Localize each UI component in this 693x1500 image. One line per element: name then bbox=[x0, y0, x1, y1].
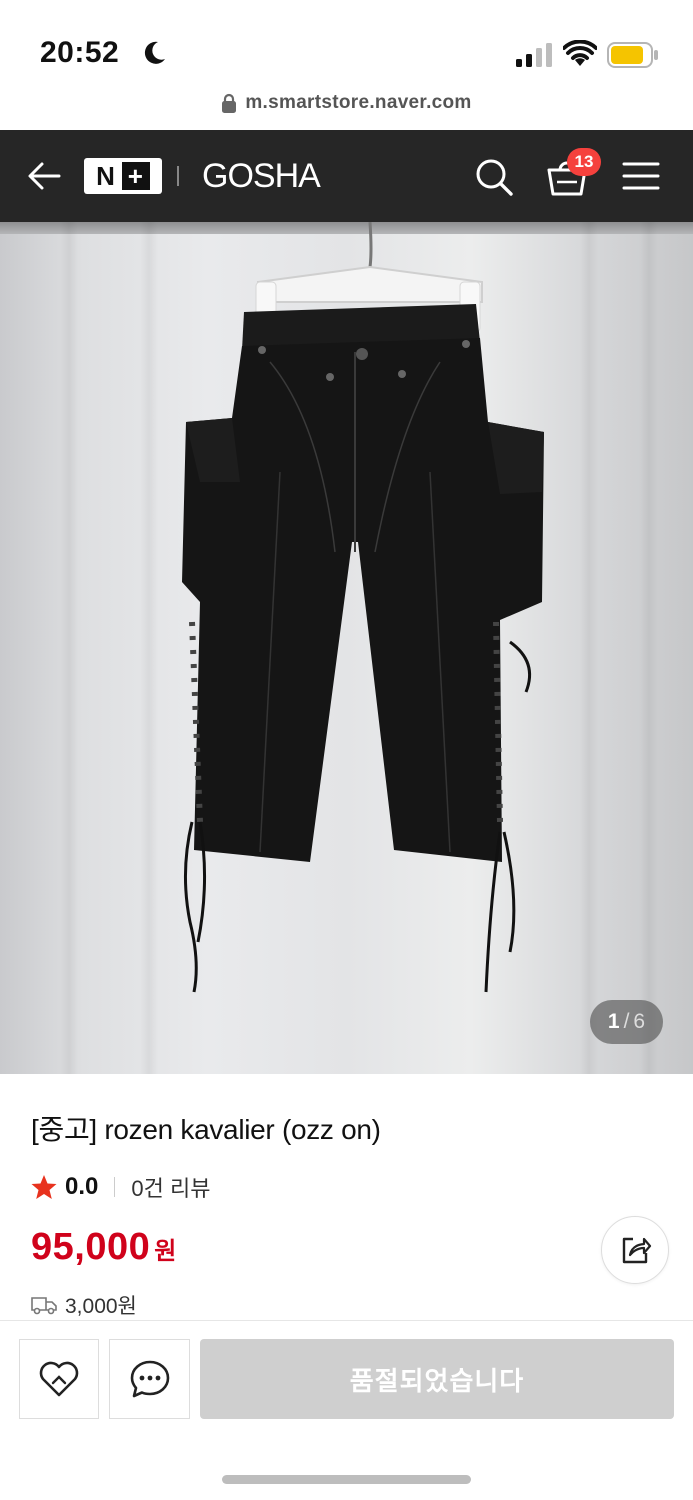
sold-out-button[interactable]: 품절되었습니다 bbox=[200, 1339, 674, 1419]
home-indicator[interactable] bbox=[222, 1475, 471, 1484]
shipping-fee: 3,000원 bbox=[65, 1295, 137, 1318]
store-header: N + GOSHA bbox=[0, 130, 693, 222]
naver-plus-logo[interactable]: N + bbox=[84, 158, 162, 194]
wishlist-button[interactable] bbox=[19, 1339, 99, 1419]
image-current: 1 bbox=[607, 1010, 620, 1033]
heart-icon bbox=[39, 1361, 79, 1397]
product-title: [중고] rozen kavalier (ozz on) bbox=[31, 1114, 381, 1145]
price: 95,000 원 bbox=[31, 1226, 176, 1269]
search-icon[interactable] bbox=[474, 157, 514, 197]
moon-icon bbox=[144, 41, 165, 64]
black-cargo-pants-image bbox=[182, 222, 544, 993]
status-bar: 20:52 bbox=[0, 0, 693, 86]
curtain-fold bbox=[580, 222, 598, 1074]
rating-divider bbox=[114, 1177, 116, 1197]
share-icon bbox=[622, 1237, 652, 1264]
image-total: 6 bbox=[633, 1010, 646, 1033]
cart-count-badge: 13 bbox=[567, 148, 601, 176]
bottom-action-bar: 품절되었습니다 bbox=[0, 1320, 693, 1500]
logo-letter: N bbox=[96, 160, 116, 191]
back-arrow-icon[interactable] bbox=[26, 158, 62, 194]
price-currency: 원 bbox=[154, 1238, 177, 1265]
shipping-info: 3,000원 bbox=[31, 1290, 137, 1320]
header-divider bbox=[177, 166, 179, 186]
battery-icon bbox=[607, 42, 658, 68]
talk-talk-button[interactable] bbox=[109, 1339, 190, 1419]
wifi-icon bbox=[563, 40, 597, 66]
chat-icon bbox=[130, 1360, 169, 1398]
image-separator: / bbox=[623, 1010, 630, 1033]
logo-plus: + bbox=[121, 161, 150, 191]
rating-score: 0.0 bbox=[65, 1173, 99, 1200]
store-name[interactable]: GOSHA bbox=[202, 157, 321, 196]
url-text: m.smartstore.naver.com bbox=[245, 92, 472, 113]
share-button[interactable] bbox=[601, 1216, 669, 1284]
address-bar[interactable]: m.smartstore.naver.com bbox=[0, 86, 693, 130]
curtain-fold bbox=[640, 222, 658, 1074]
lock-icon bbox=[222, 93, 237, 113]
rating-row[interactable]: 0.0 0건 리뷰 bbox=[31, 1170, 210, 1204]
review-count[interactable]: 0건 리뷰 bbox=[131, 1171, 210, 1203]
status-time: 20:52 bbox=[40, 36, 120, 69]
image-counter: 1 / 6 bbox=[590, 1000, 663, 1044]
curtain-fold bbox=[140, 222, 158, 1074]
price-amount: 95,000 bbox=[31, 1226, 151, 1268]
curtain-fold bbox=[60, 222, 78, 1074]
truck-icon bbox=[31, 1297, 57, 1315]
star-icon bbox=[31, 1175, 57, 1199]
signal-icon bbox=[516, 43, 552, 67]
menu-icon[interactable] bbox=[622, 161, 660, 191]
product-image[interactable]: 1 / 6 bbox=[0, 222, 693, 1074]
